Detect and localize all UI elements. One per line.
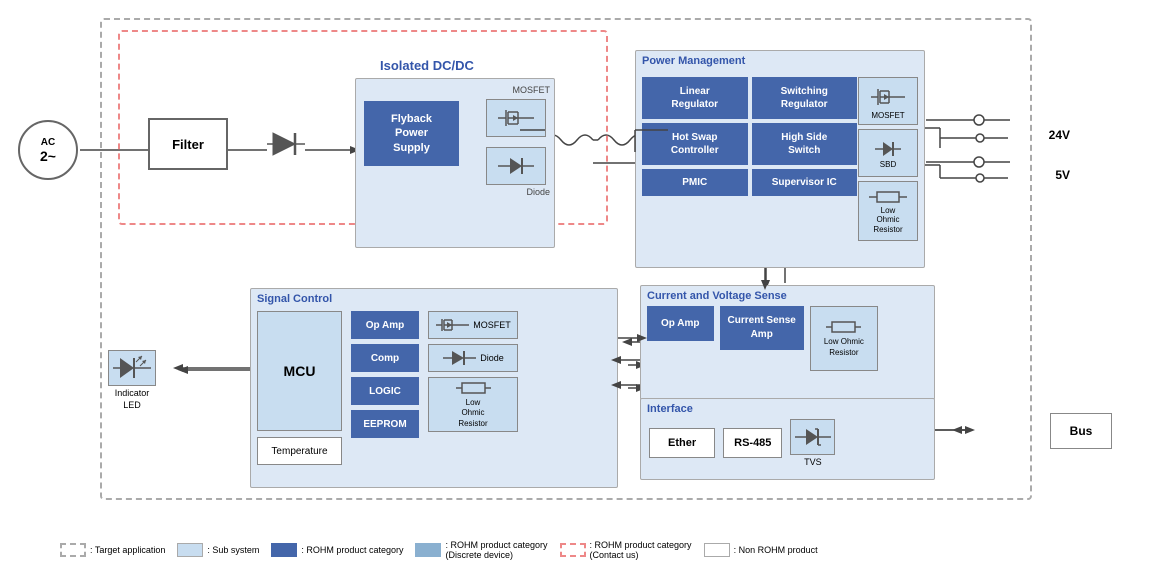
legend-discrete-label: : ROHM product category(Discrete device): [445, 540, 547, 560]
output-5v: 5V: [1055, 168, 1070, 182]
pm-linear-regulator: LinearRegulator: [642, 77, 748, 119]
interface-block: Interface Ether RS-485: [640, 398, 935, 480]
legend-rohm-product: : ROHM product category: [271, 543, 403, 557]
legend-discrete-icon: [415, 543, 441, 557]
temp-label: Temperature: [271, 446, 327, 457]
legend-target-app: : Target application: [60, 543, 165, 557]
iface-ether: Ether: [649, 428, 715, 458]
pm-switching-regulator: SwitchingRegulator: [752, 77, 858, 119]
mosfet-label: MOSFET: [513, 85, 551, 95]
bus-label: Bus: [1070, 424, 1093, 438]
diode-label: Diode: [526, 187, 550, 197]
legend-subsystem-label: : Sub system: [207, 545, 259, 555]
pm-resistor-label: LowOhmicResistor: [873, 206, 902, 235]
pm-sbd-label: SBD: [880, 160, 896, 169]
legend-rohm-icon: [271, 543, 297, 557]
cv-resistor-discrete: Low Ohmic Resistor: [810, 306, 878, 371]
flyback-block: FlybackPowerSupply: [364, 101, 459, 166]
pm-mosfet-label: MOSFET: [871, 111, 904, 120]
legend-rohm-label: : ROHM product category: [301, 545, 403, 555]
sc-diode-discrete: Diode: [428, 344, 518, 372]
legend-subsystem: : Sub system: [177, 543, 259, 557]
iface-tvs-discrete: [790, 419, 835, 455]
sc-mosfet-discrete: MOSFET: [428, 311, 518, 339]
led-label: IndicatorLED: [115, 388, 150, 411]
ac-tilde: 2~: [40, 148, 56, 164]
legend-target-label: : Target application: [90, 545, 165, 555]
iface-tvs-label: TVS: [804, 457, 822, 467]
isolated-dc-dc-title: Isolated DC/DC: [380, 58, 474, 73]
mcu-block: MCU: [257, 311, 342, 431]
signal-ctrl-title: Signal Control: [251, 289, 617, 309]
led-symbol: [108, 350, 156, 386]
indicator-led: IndicatorLED: [108, 350, 156, 411]
legend-rohm-discrete: : ROHM product category(Discrete device): [415, 540, 547, 560]
legend-contact-label: : ROHM product category(Contact us): [590, 540, 692, 560]
pm-high-side-switch: High SideSwitch: [752, 123, 858, 165]
filter-block: Filter: [148, 118, 228, 170]
legend-non-rohm-icon: [704, 543, 730, 557]
legend-target-icon: [60, 543, 86, 557]
pm-sbd-discrete: SBD: [858, 129, 918, 177]
mosfet-discrete: [486, 99, 546, 137]
main-container: AC 2~ Filter Isolated DC/DC FlybackPower…: [0, 0, 1170, 568]
legend-contact-icon: [560, 543, 586, 557]
power-mgmt-title: Power Management: [636, 51, 924, 71]
iface-tvs-container: TVS: [790, 419, 835, 467]
pm-pmic: PMIC: [642, 169, 748, 196]
cv-current-sense: Current SenseAmp: [720, 306, 804, 350]
sc-comp: Comp: [351, 344, 419, 372]
flyback-label: FlybackPowerSupply: [391, 112, 432, 155]
bus-block: Bus: [1050, 413, 1112, 449]
legend-non-rohm-label: : Non ROHM product: [734, 545, 818, 555]
filter-label: Filter: [172, 137, 204, 152]
flyback-diode-box: [486, 147, 546, 185]
sc-mosfet-label: MOSFET: [473, 320, 511, 330]
pm-supervisor-ic: Supervisor IC: [752, 169, 858, 196]
output-24v-label: 24V: [1049, 128, 1070, 142]
sc-diode-label: Diode: [480, 353, 504, 363]
interface-title: Interface: [641, 399, 934, 419]
signal-ctrl-block: Signal Control MCU Temperature Op Amp Co…: [250, 288, 618, 488]
output-24v: 24V: [1049, 128, 1070, 142]
cv-sense-block: Current and Voltage Sense Op Amp Current…: [640, 285, 935, 400]
output-5v-label: 5V: [1055, 168, 1070, 182]
cv-resistor-label: Low Ohmic Resistor: [811, 337, 877, 358]
diode-symbol: [267, 125, 305, 163]
legend: : Target application : Sub system : ROHM…: [60, 540, 1162, 560]
sc-resistor-label: LowOhmicResistor: [458, 398, 487, 429]
legend-non-rohm: : Non ROHM product: [704, 543, 818, 557]
legend-contact-us: : ROHM product category(Contact us): [560, 540, 692, 560]
temp-block: Temperature: [257, 437, 342, 465]
cv-sense-title: Current and Voltage Sense: [641, 286, 934, 306]
pm-mosfet-discrete: MOSFET: [858, 77, 918, 125]
sc-eeprom: EEPROM: [351, 410, 419, 438]
legend-subsystem-icon: [177, 543, 203, 557]
sc-logic: LOGIC: [351, 377, 419, 405]
iface-rs485: RS-485: [723, 428, 782, 458]
pm-hot-swap: Hot SwapController: [642, 123, 748, 165]
power-mgmt-block: Power Management LinearRegulator Switchi…: [635, 50, 925, 268]
sc-resistor-discrete: LowOhmicResistor: [428, 377, 518, 432]
cv-opamp: Op Amp: [647, 306, 714, 341]
ac-source: AC 2~: [18, 120, 78, 180]
ac-label: AC: [41, 137, 55, 148]
mcu-label: MCU: [284, 363, 316, 379]
sc-opamp: Op Amp: [351, 311, 419, 339]
flyback-section: FlybackPowerSupply MOSFET: [355, 78, 555, 248]
pm-resistor-discrete: LowOhmicResistor: [858, 181, 918, 241]
